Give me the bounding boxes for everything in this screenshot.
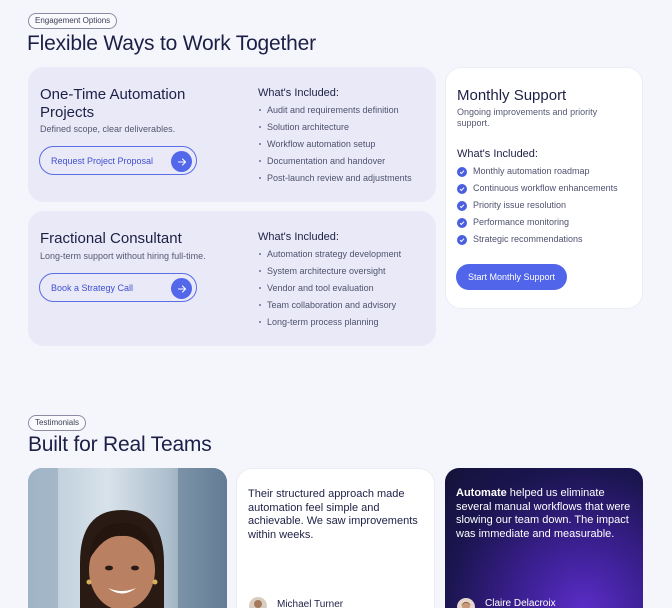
monthly-subtitle: Ongoing improvements and priority suppor… <box>457 107 598 128</box>
check-circle-icon <box>457 218 467 228</box>
request-proposal-label: Request Project Proposal <box>51 155 154 166</box>
check-circle-icon <box>457 167 467 177</box>
book-strategy-call-label: Book a Strategy Call <box>51 282 134 293</box>
engagement-badge: Engagement Options <box>28 13 118 29</box>
engagement-heading: Flexible Ways to Work Together <box>27 32 316 55</box>
book-strategy-call-button[interactable]: Book a Strategy Call <box>39 273 197 302</box>
list-item: Workflow automation setup <box>259 139 412 156</box>
list-item: System architecture oversight <box>259 266 401 283</box>
testimonial-photo <box>28 468 227 608</box>
list-item: Post-launch review and adjustments <box>259 173 412 190</box>
list-item-label: Strategic recommendations <box>473 234 583 244</box>
list-item: Vendor and tool evaluation <box>259 283 401 300</box>
list-item: Strategic recommendations <box>457 234 618 251</box>
testimonial-author: Michael Turner <box>277 599 344 608</box>
list-item: Solution architecture <box>259 122 412 139</box>
list-item-label: Continuous workflow enhancements <box>473 183 618 193</box>
fractional-subtitle: Long-term support without hiring full-ti… <box>40 251 206 261</box>
avatar <box>249 597 267 608</box>
brand-name: Automate <box>456 487 507 499</box>
monthly-included-title: What's Included: <box>457 148 538 160</box>
fractional-title: Fractional Consultant <box>40 230 182 247</box>
testimonial-quote: Their structured approach made automatio… <box>248 488 418 541</box>
project-subtitle: Defined scope, clear deliverables. <box>40 124 176 134</box>
check-circle-icon <box>457 201 467 211</box>
list-item: Continuous workflow enhancements <box>457 183 618 200</box>
project-included-title: What's Included: <box>258 87 339 99</box>
monthly-card: Monthly Support Ongoing improvements and… <box>445 67 643 309</box>
list-item: Long-term process planning <box>259 317 401 334</box>
arrow-right-icon <box>171 278 192 299</box>
arrow-right-icon <box>171 151 192 172</box>
list-item-label: Monthly automation roadmap <box>473 166 590 176</box>
list-item-label: Priority issue resolution <box>473 200 567 210</box>
project-included-list: Audit and requirements definition Soluti… <box>259 105 412 190</box>
fractional-card: Fractional Consultant Long-term support … <box>28 211 436 346</box>
start-monthly-support-button[interactable]: Start Monthly Support <box>456 264 568 290</box>
testimonials-heading: Built for Real Teams <box>28 433 212 456</box>
list-item: Monthly automation roadmap <box>457 166 618 183</box>
testimonial-card-dark: Automate helped us eliminate several man… <box>445 468 643 608</box>
monthly-title: Monthly Support <box>457 87 567 104</box>
list-item: Audit and requirements definition <box>259 105 412 122</box>
list-item: Priority issue resolution <box>457 200 618 217</box>
avatar <box>457 598 475 608</box>
project-card: One-Time Automation Projects Defined sco… <box>28 67 436 202</box>
testimonials-badge: Testimonials <box>28 415 87 431</box>
testimonial-quote: Automate helped us eliminate several man… <box>456 487 634 541</box>
testimonial-author: Claire Delacroix <box>485 598 556 608</box>
fractional-included-list: Automation strategy development System a… <box>259 249 401 334</box>
list-item-label: Performance monitoring <box>473 217 570 227</box>
request-proposal-button[interactable]: Request Project Proposal <box>39 146 197 175</box>
project-title: One-Time Automation Projects <box>40 86 186 121</box>
list-item: Documentation and handover <box>259 156 412 173</box>
fractional-included-title: What's Included: <box>258 231 339 243</box>
check-circle-icon <box>457 184 467 194</box>
list-item: Team collaboration and advisory <box>259 300 401 317</box>
list-item: Automation strategy development <box>259 249 401 266</box>
testimonial-card: Their structured approach made automatio… <box>236 468 435 608</box>
list-item: Performance monitoring <box>457 217 618 234</box>
monthly-included-list: Monthly automation roadmap Continuous wo… <box>457 166 618 251</box>
check-circle-icon <box>457 235 467 245</box>
person-portrait <box>28 468 227 608</box>
